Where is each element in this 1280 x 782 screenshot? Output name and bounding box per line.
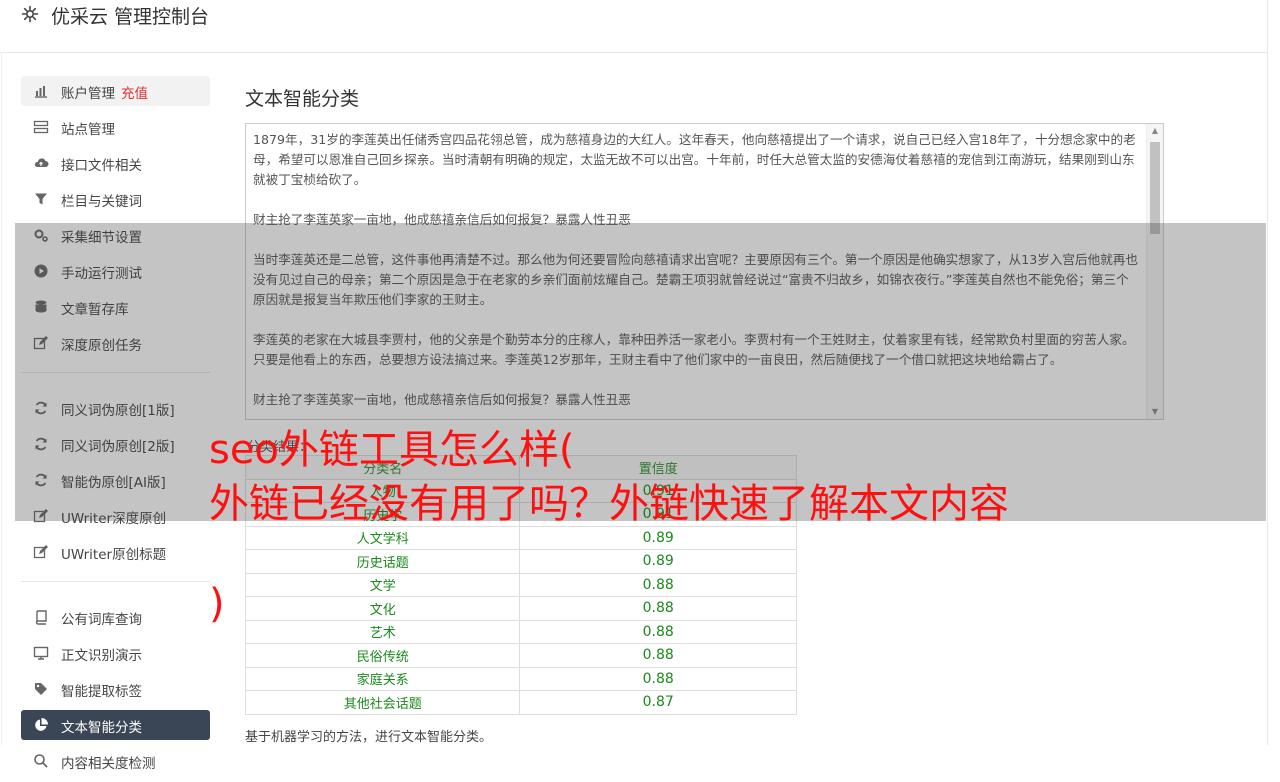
sidebar-item-text: 内容相关度检测 xyxy=(61,756,156,772)
edit-icon xyxy=(33,544,49,560)
sidebar-item[interactable]: 公有词库查询 xyxy=(21,602,210,632)
sidebar-item[interactable]: UWriter原创标题 xyxy=(21,537,210,567)
overlay-headline: seo外链工具怎么样( 外链已经没有用了吗？外链快速了解本文内容 ) xyxy=(209,423,1009,631)
page-title: 文本智能分类 xyxy=(245,88,360,110)
sidebar-divider xyxy=(21,581,210,582)
sidebar-item[interactable]: 内容相关度检测 xyxy=(21,746,210,776)
table-row: 家庭关系 0.88 xyxy=(244,666,797,691)
category-cell: 民俗传统 xyxy=(244,643,521,668)
sidebar-item-label: 文本智能分类 xyxy=(61,716,142,736)
sidebar-item-label: 正文识别演示 xyxy=(61,644,142,664)
sidebar-item-label: UWriter原创标题 xyxy=(61,543,166,563)
headline-line-3: ) xyxy=(209,581,225,627)
table-row: 其他社会话题 0.87 xyxy=(244,690,797,715)
sidebar-item-label: 内容相关度检测 xyxy=(61,752,156,772)
sidebar-item-text: 站点管理 xyxy=(61,122,115,138)
sidebar-item[interactable]: 正文识别演示 xyxy=(21,638,210,668)
text-paragraph: 1879年，31岁的李莲英出任储秀宫四品花翎总管，成为慈禧身边的大红人。这年春天… xyxy=(253,132,1136,187)
cloud-upload-icon xyxy=(33,155,49,171)
sidebar-item-text: 栏目与关键词 xyxy=(61,194,142,210)
confidence-cell: 0.87 xyxy=(519,690,797,715)
table-row: 民俗传统 0.88 xyxy=(244,643,797,668)
sidebar-item[interactable]: 账户管理 充值 xyxy=(21,76,210,106)
pie-chart-icon xyxy=(33,717,49,733)
sidebar-item-text: 账户管理 xyxy=(61,86,115,102)
sidebar-item-label: 账户管理 充值 xyxy=(61,82,148,102)
category-cell: 家庭关系 xyxy=(244,666,521,691)
confidence-cell: 0.88 xyxy=(519,643,797,668)
scroll-thumb[interactable] xyxy=(1150,142,1160,234)
app-title: 优采云 管理控制台 xyxy=(51,6,210,28)
sidebar-item-text: 接口文件相关 xyxy=(61,158,142,174)
sidebar-item-text: UWriter原创标题 xyxy=(61,547,167,563)
sidebar-item-label: 接口文件相关 xyxy=(61,154,142,174)
monitor-icon xyxy=(33,645,49,661)
bar-chart-icon xyxy=(33,83,49,99)
left-divider xyxy=(1,52,2,745)
sidebar-item[interactable]: 站点管理 xyxy=(21,112,210,142)
recharge-link[interactable]: 充值 xyxy=(121,86,148,102)
sidebar-item-label: 栏目与关键词 xyxy=(61,190,142,210)
sidebar-item[interactable]: 接口文件相关 xyxy=(21,148,210,178)
sidebar-item-text: 正文识别演示 xyxy=(61,648,142,664)
sidebar-item[interactable]: 智能提取标签 xyxy=(21,674,210,704)
sidebar-item-text: 公有词库查询 xyxy=(61,612,142,628)
sidebar-item[interactable]: 栏目与关键词 xyxy=(21,184,210,214)
sidebar-item-label: 站点管理 xyxy=(61,118,115,138)
server-icon xyxy=(33,119,49,135)
search-icon xyxy=(33,753,49,769)
scroll-up-icon[interactable]: ▲ xyxy=(1147,124,1163,138)
sidebar-item-label: 公有词库查询 xyxy=(61,608,142,628)
filter-icon xyxy=(33,191,49,207)
sidebar-item[interactable]: 文本智能分类 xyxy=(21,710,210,740)
category-cell: 其他社会话题 xyxy=(244,690,521,715)
book-icon xyxy=(33,609,49,625)
sidebar-item-text: 文本智能分类 xyxy=(61,720,142,736)
top-bar: 优采云 管理控制台 xyxy=(0,0,1267,53)
headline-line-2: 外链已经没有用了吗？外链快速了解本文内容 xyxy=(209,481,1009,527)
gear-icon[interactable] xyxy=(20,4,40,24)
tag-icon xyxy=(33,681,49,697)
sidebar-item-text: 智能提取标签 xyxy=(61,684,142,700)
confidence-cell: 0.88 xyxy=(519,666,797,691)
sidebar-item-label: 智能提取标签 xyxy=(61,680,142,700)
right-divider xyxy=(1267,0,1268,745)
footnote: 基于机器学习的方法，进行文本智能分类。 xyxy=(245,730,493,745)
headline-line-1: seo外链工具怎么样( xyxy=(209,427,575,473)
